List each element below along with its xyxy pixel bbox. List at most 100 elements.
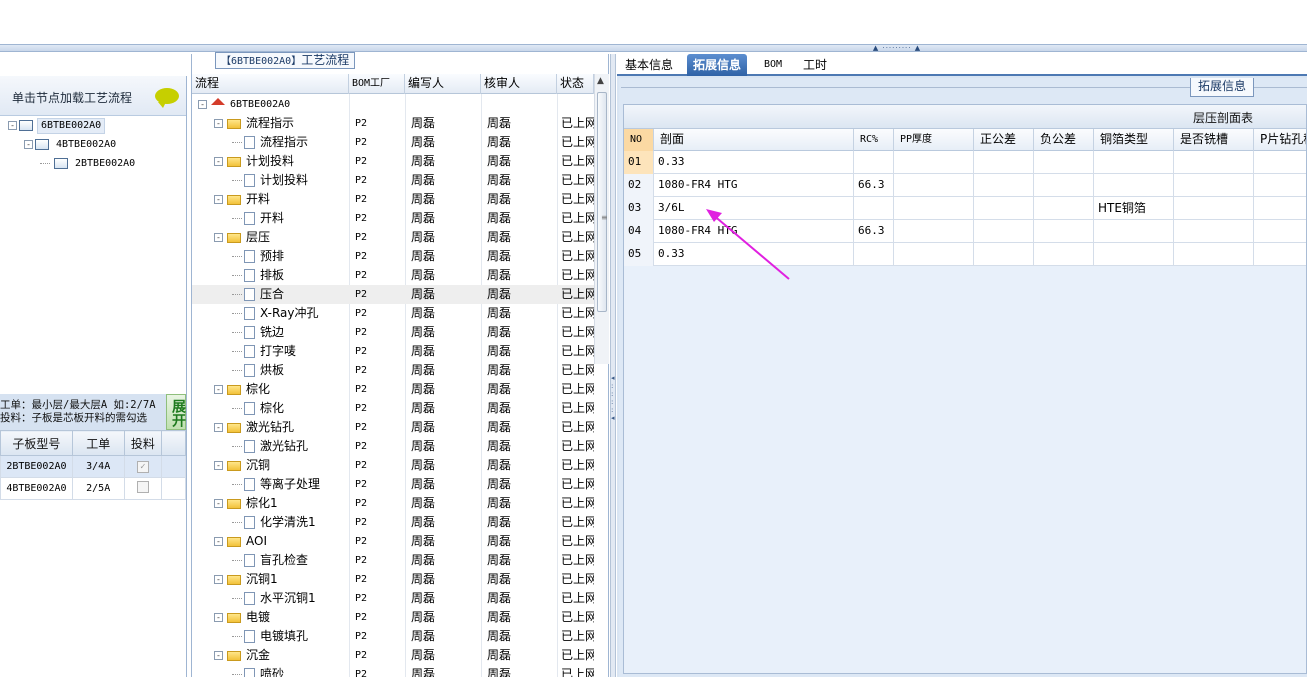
collapse-icon[interactable]: - [214, 613, 223, 622]
col-header-drill[interactable]: P片钻孔种 [1254, 129, 1306, 151]
drill-cell[interactable] [1254, 197, 1306, 220]
flow-step-cell[interactable]: - 计划投料 [214, 152, 349, 171]
collapse-icon[interactable]: - [214, 195, 223, 204]
col-header-foil-type[interactable]: 铜箔类型 [1094, 129, 1174, 151]
section-cell[interactable]: 0.33 [654, 243, 854, 266]
col-header-no[interactable]: NO [624, 129, 654, 151]
collapse-icon[interactable]: - [214, 575, 223, 584]
flow-step-cell[interactable]: 排板 [232, 266, 349, 285]
flow-step-cell[interactable]: 电镀填孔 [232, 627, 349, 646]
tab-work-hours[interactable]: 工时 [797, 54, 833, 76]
collapse-icon[interactable]: - [214, 119, 223, 128]
feed-checkbox[interactable] [136, 481, 149, 493]
flow-row[interactable]: - 棕化1 P2 周磊 周磊 已上网 [192, 494, 594, 513]
pos-tolerance-cell[interactable] [974, 243, 1034, 266]
flow-row[interactable]: - 开料 P2 周磊 周磊 已上网 [192, 190, 594, 209]
sub-board-row[interactable]: 4BTBE002A0 2/5A [0, 477, 186, 500]
feed-checkbox-cell[interactable]: ✓ [123, 455, 163, 478]
flow-step-cell[interactable]: - 棕化1 [214, 494, 349, 513]
slot-cell[interactable] [1174, 174, 1254, 197]
tab-basic-info[interactable]: 基本信息 [619, 54, 679, 76]
flow-step-cell[interactable]: 烘板 [232, 361, 349, 380]
slot-cell[interactable] [1174, 243, 1254, 266]
rc-cell[interactable] [854, 243, 894, 266]
neg-tolerance-cell[interactable] [1034, 197, 1094, 220]
flow-row[interactable]: 棕化 P2 周磊 周磊 已上网 [192, 399, 594, 418]
slot-cell[interactable] [1174, 197, 1254, 220]
drill-cell[interactable] [1254, 220, 1306, 243]
collapse-icon[interactable]: - [214, 385, 223, 394]
tree-node-label[interactable]: 6BTBE002A0 [37, 118, 106, 134]
neg-tolerance-cell[interactable] [1034, 220, 1094, 243]
vertical-scrollbar[interactable]: ▲ ≡ [594, 74, 609, 364]
collapse-icon[interactable]: - [214, 461, 223, 470]
col-header-order[interactable]: 工单 [71, 430, 125, 456]
tree-node-label[interactable]: 2BTBE002A0 [72, 155, 138, 173]
flow-row[interactable]: - 计划投料 P2 周磊 周磊 已上网 [192, 152, 594, 171]
lamination-row[interactable]: 01 0.33 [624, 151, 1306, 174]
drill-cell[interactable] [1254, 174, 1306, 197]
sub-board-model[interactable]: 4BTBE002A0 [0, 477, 73, 500]
lamination-row[interactable]: 04 1080-FR4 HTG 66.3 [624, 220, 1306, 243]
tree-node[interactable]: - 6BTBE002A0 [8, 117, 106, 135]
expand-button[interactable]: 展开 [166, 394, 186, 430]
rc-cell[interactable]: 66.3 [854, 174, 894, 197]
flow-row[interactable]: - 流程指示 P2 周磊 周磊 已上网 [192, 114, 594, 133]
flow-row[interactable]: 排板 P2 周磊 周磊 已上网 [192, 266, 594, 285]
pp-thickness-cell[interactable] [894, 174, 974, 197]
section-cell[interactable]: 3/6L [654, 197, 854, 220]
flow-row[interactable]: 盲孔检查 P2 周磊 周磊 已上网 [192, 551, 594, 570]
collapse-icon[interactable]: - [214, 233, 223, 242]
pp-thickness-cell[interactable] [894, 197, 974, 220]
flow-step-cell[interactable]: 铣边 [232, 323, 349, 342]
foil-type-cell[interactable]: HTE铜箔 [1094, 197, 1174, 220]
col-header-pp-thickness[interactable]: PP厚度 [894, 129, 974, 151]
flow-row[interactable]: 流程指示 P2 周磊 周磊 已上网 [192, 133, 594, 152]
vertical-splitter[interactable]: ◂:::: ◂ [610, 54, 616, 677]
drill-cell[interactable] [1254, 243, 1306, 266]
col-header-writer[interactable]: 编写人 [405, 74, 481, 94]
col-header-bom[interactable]: BOM工厂 [349, 74, 405, 94]
col-header-rc[interactable]: RC% [854, 129, 894, 151]
flow-row[interactable]: - 6BTBE002A0 [192, 95, 594, 114]
flow-row[interactable]: 打字唛 P2 周磊 周磊 已上网 [192, 342, 594, 361]
row-number[interactable]: 02 [624, 174, 654, 197]
tab-bom[interactable]: BOM [758, 54, 788, 76]
scroll-up-arrow-icon[interactable]: ▲ [597, 76, 604, 86]
pp-thickness-cell[interactable] [894, 220, 974, 243]
pos-tolerance-cell[interactable] [974, 174, 1034, 197]
neg-tolerance-cell[interactable] [1034, 151, 1094, 174]
flow-step-cell[interactable]: 盲孔检查 [232, 551, 349, 570]
collapse-icon[interactable]: - [214, 157, 223, 166]
drill-cell[interactable] [1254, 151, 1306, 174]
flow-row[interactable]: - 沉铜1 P2 周磊 周磊 已上网 [192, 570, 594, 589]
flow-step-cell[interactable]: 喷砂 [232, 665, 349, 677]
flow-step-cell[interactable]: 压合 [232, 285, 349, 304]
flow-step-cell[interactable]: 预排 [232, 247, 349, 266]
col-header-flow[interactable]: 流程 [192, 74, 349, 94]
collapse-icon[interactable]: - [214, 499, 223, 508]
flow-row[interactable]: 喷砂 P2 周磊 周磊 已上网 [192, 665, 594, 677]
flow-row[interactable]: - 棕化 P2 周磊 周磊 已上网 [192, 380, 594, 399]
flow-step-cell[interactable]: - 开料 [214, 190, 349, 209]
flow-row[interactable]: X-Ray冲孔 P2 周磊 周磊 已上网 [192, 304, 594, 323]
flow-step-cell[interactable]: 计划投料 [232, 171, 349, 190]
col-header-reviewer[interactable]: 核审人 [481, 74, 557, 94]
rc-cell[interactable] [854, 197, 894, 220]
flow-row[interactable]: 化学清洗1 P2 周磊 周磊 已上网 [192, 513, 594, 532]
pp-thickness-cell[interactable] [894, 151, 974, 174]
lamination-row[interactable]: 03 3/6L HTE铜箔 [624, 197, 1306, 220]
collapse-icon[interactable]: - [8, 120, 17, 130]
flow-step-cell[interactable]: 开料 [232, 209, 349, 228]
flow-step-cell[interactable]: - 6BTBE002A0 [198, 95, 349, 114]
flow-step-cell[interactable]: 激光钻孔 [232, 437, 349, 456]
pos-tolerance-cell[interactable] [974, 220, 1034, 243]
row-number[interactable]: 01 [624, 151, 654, 174]
flow-row[interactable]: 等离子处理 P2 周磊 周磊 已上网 [192, 475, 594, 494]
pos-tolerance-cell[interactable] [974, 151, 1034, 174]
foil-type-cell[interactable] [1094, 174, 1174, 197]
tree-node-label[interactable]: 4BTBE002A0 [53, 136, 119, 154]
flow-row[interactable]: 铣边 P2 周磊 周磊 已上网 [192, 323, 594, 342]
section-cell[interactable]: 1080-FR4 HTG [654, 174, 854, 197]
feed-checkbox[interactable]: ✓ [136, 460, 149, 473]
